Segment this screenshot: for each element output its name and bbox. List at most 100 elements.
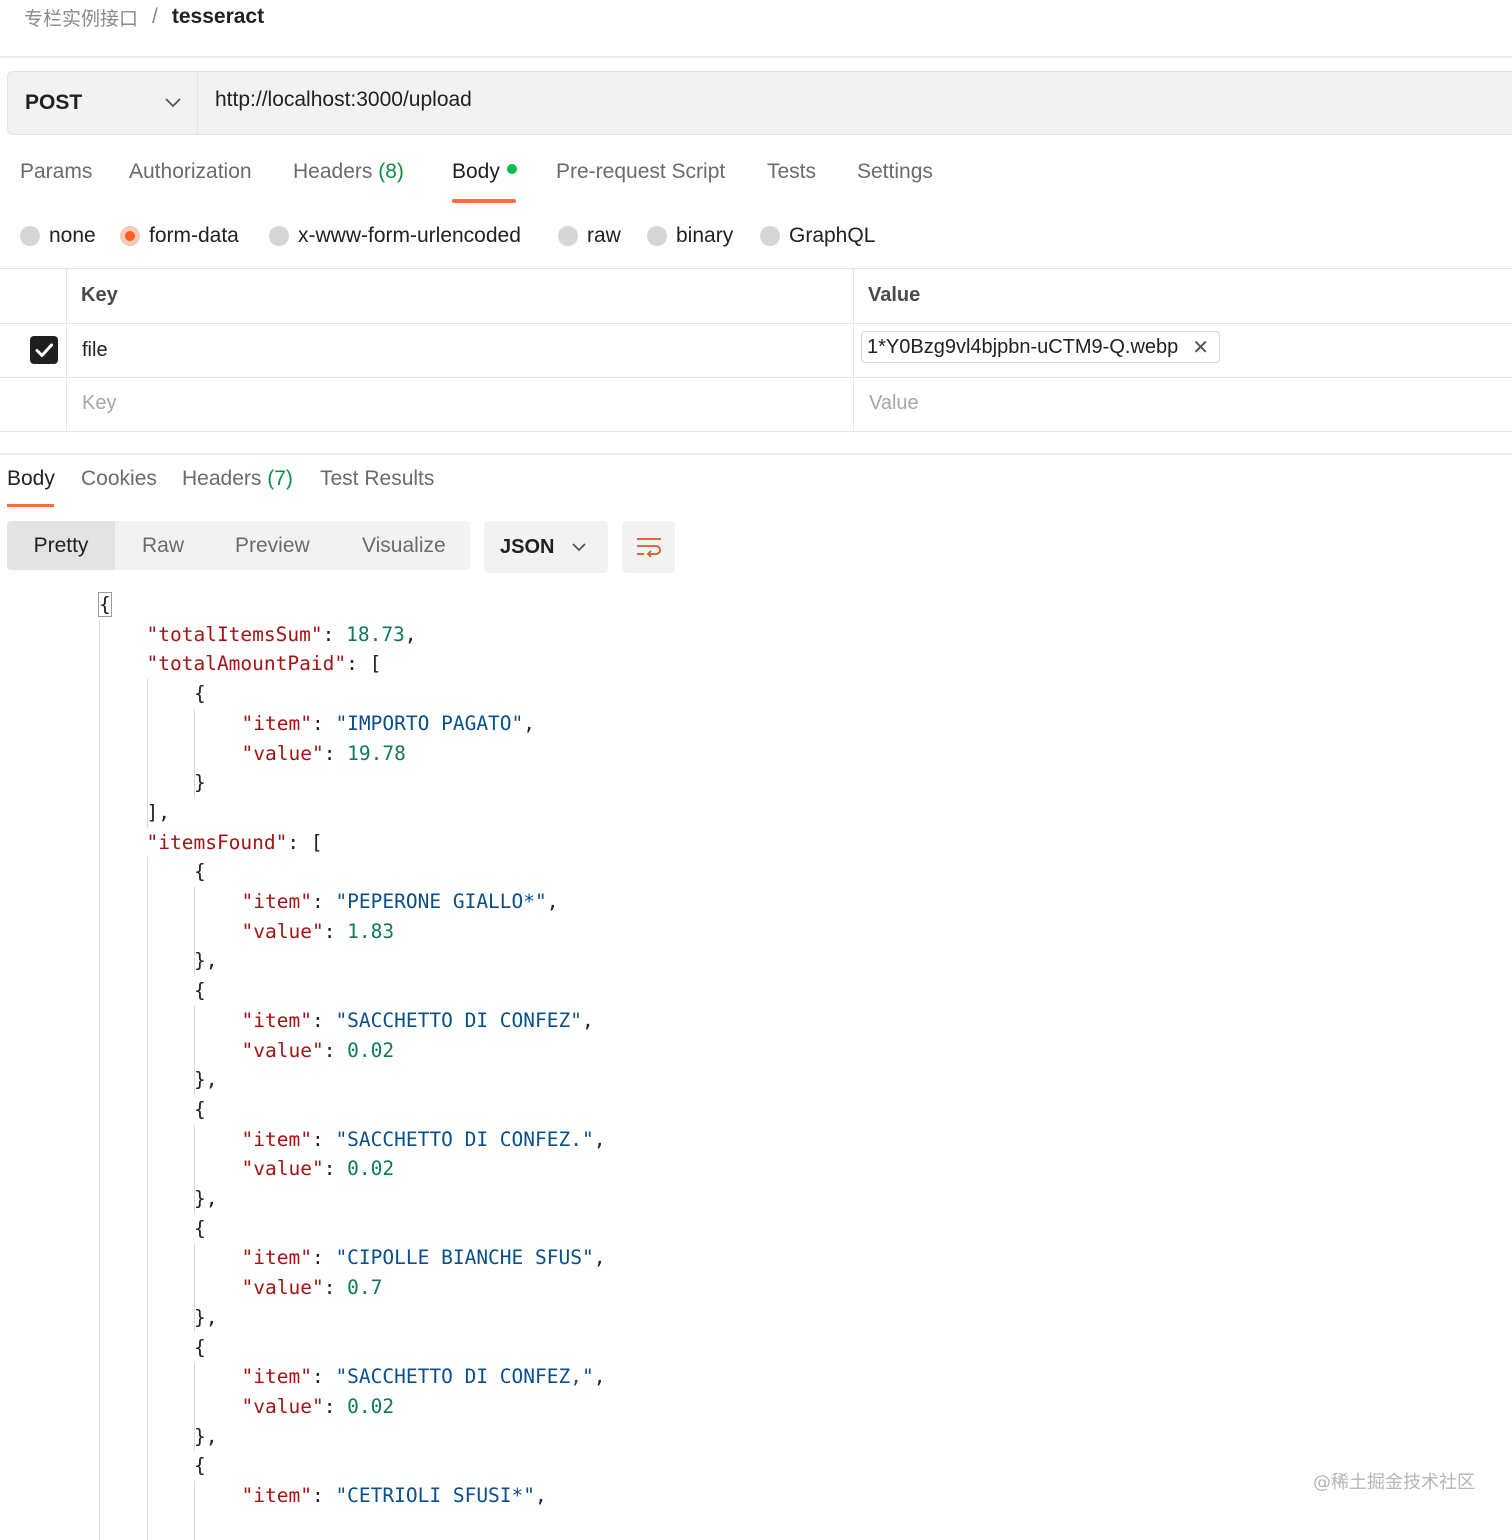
code-token: }, bbox=[194, 1187, 218, 1210]
code-line: 5"item": "IMPORTO PAGATO", bbox=[0, 709, 1400, 739]
indent-guide bbox=[194, 1481, 195, 1540]
tab-authorization[interactable]: Authorization bbox=[129, 160, 252, 192]
code-token: , bbox=[404, 622, 417, 646]
code-text: "item": "SACCHETTO DI CONFEZ.", bbox=[242, 1125, 606, 1155]
tab-headers-count: (8) bbox=[378, 160, 404, 183]
response-tab-test-results[interactable]: Test Results bbox=[320, 467, 434, 491]
code-token: "totalItemsSum" bbox=[146, 622, 323, 646]
radio-binary[interactable]: binary bbox=[647, 222, 733, 250]
code-token: : bbox=[323, 1038, 348, 1062]
key-column-header: Key bbox=[81, 284, 118, 306]
indent-guide bbox=[194, 1124, 195, 1214]
code-token: "CIPOLLE BIANCHE SFUS" bbox=[335, 1246, 594, 1270]
code-line: 19"item": "SACCHETTO DI CONFEZ.", bbox=[0, 1125, 1400, 1155]
indent-guide bbox=[194, 708, 195, 798]
code-token: : bbox=[311, 1008, 336, 1032]
url-input[interactable]: http://localhost:3000/upload bbox=[215, 88, 472, 112]
code-token: , bbox=[593, 1127, 606, 1151]
response-tab-body[interactable]: Body bbox=[7, 467, 55, 491]
radio-raw[interactable]: raw bbox=[558, 222, 621, 250]
code-token: "item" bbox=[241, 1365, 312, 1389]
code-text: { bbox=[194, 857, 206, 887]
indent-guide bbox=[146, 679, 148, 828]
code-text: "value": 0.7 bbox=[242, 1273, 383, 1303]
format-select[interactable]: JSON bbox=[484, 521, 608, 573]
breadcrumb-separator: / bbox=[152, 5, 158, 28]
table-border bbox=[0, 323, 1512, 324]
code-line: 29}, bbox=[0, 1422, 1400, 1452]
code-token: : bbox=[323, 919, 348, 943]
code-text: { bbox=[194, 1095, 206, 1125]
view-pretty-button[interactable]: Pretty bbox=[7, 521, 115, 570]
code-token: "value" bbox=[241, 1157, 324, 1181]
code-line: 11"item": "PEPERONE GIALLO*", bbox=[0, 887, 1400, 917]
response-divider bbox=[0, 453, 1512, 455]
radio-graphql[interactable]: GraphQL bbox=[760, 222, 875, 250]
code-line: 7} bbox=[0, 768, 1400, 798]
header-divider bbox=[0, 56, 1512, 58]
code-text: "value": 0.02 bbox=[242, 1036, 395, 1066]
active-tab-indicator bbox=[452, 199, 516, 203]
code-line: 22{ bbox=[0, 1214, 1400, 1244]
table-border bbox=[853, 268, 854, 432]
url-bar: POST http://localhost:3000/upload bbox=[7, 71, 1512, 135]
radio-none[interactable]: none bbox=[20, 222, 96, 250]
code-token: , bbox=[581, 1008, 594, 1032]
code-line: 31"item": "CETRIOLI SFUSI*", bbox=[0, 1481, 1400, 1511]
new-value-input[interactable]: Value bbox=[869, 392, 919, 415]
new-key-input[interactable]: Key bbox=[82, 392, 116, 415]
response-tab-headers[interactable]: Headers (7) bbox=[182, 467, 293, 491]
code-text: "itemsFound": [ bbox=[147, 828, 323, 858]
tab-headers[interactable]: Headers (8) bbox=[293, 160, 404, 192]
response-tab-cookies[interactable]: Cookies bbox=[81, 467, 157, 491]
view-mode-group: Pretty Raw Preview Visualize bbox=[7, 521, 470, 570]
code-text: "item": "CIPOLLE BIANCHE SFUS", bbox=[242, 1243, 606, 1273]
view-visualize-button[interactable]: Visualize bbox=[362, 521, 446, 570]
code-token: , bbox=[593, 1365, 606, 1389]
breadcrumb-collection[interactable]: 专栏实例接口 bbox=[24, 4, 138, 31]
code-line: 1{ bbox=[0, 590, 1400, 620]
tab-pre-request-script[interactable]: Pre-request Script bbox=[556, 160, 725, 192]
code-token: }, bbox=[194, 1424, 218, 1448]
request-name[interactable]: tesseract bbox=[172, 5, 264, 29]
row-enabled-checkbox[interactable] bbox=[30, 336, 58, 364]
view-raw-button[interactable]: Raw bbox=[142, 521, 184, 570]
code-line: 18{ bbox=[0, 1095, 1400, 1125]
table-border bbox=[0, 377, 1512, 378]
tab-body[interactable]: Body bbox=[452, 160, 517, 192]
code-token: "value" bbox=[241, 1038, 324, 1062]
code-token: 0.02 bbox=[347, 1157, 395, 1181]
radio-form-data-label: form-data bbox=[149, 224, 239, 247]
code-token: 0.7 bbox=[347, 1276, 383, 1300]
code-text: { bbox=[194, 1333, 206, 1363]
code-token: "SACCHETTO DI CONFEZ" bbox=[335, 1008, 582, 1032]
radio-urlencoded[interactable]: x-www-form-urlencoded bbox=[269, 222, 521, 250]
code-line: 24"value": 0.7 bbox=[0, 1273, 1400, 1303]
tab-params[interactable]: Params bbox=[20, 160, 92, 192]
tab-tests[interactable]: Tests bbox=[767, 160, 816, 192]
code-line: 6"value": 19.78 bbox=[0, 739, 1400, 769]
view-preview-button[interactable]: Preview bbox=[235, 521, 310, 570]
close-icon[interactable]: ✕ bbox=[1192, 335, 1209, 360]
tab-settings[interactable]: Settings bbox=[857, 160, 933, 192]
code-token: "value" bbox=[241, 1394, 324, 1418]
code-token: 0.02 bbox=[347, 1038, 395, 1062]
code-token: : bbox=[323, 1394, 348, 1418]
indent-guide bbox=[194, 1362, 195, 1452]
radio-urlencoded-label: x-www-form-urlencoded bbox=[298, 224, 521, 247]
radio-form-data[interactable]: form-data bbox=[120, 222, 239, 250]
code-line: 8], bbox=[0, 798, 1400, 828]
code-token: "item" bbox=[241, 1127, 312, 1151]
format-label: JSON bbox=[500, 535, 555, 558]
code-line: 28"value": 0.02 bbox=[0, 1392, 1400, 1422]
file-name: 1*Y0Bzg9vl4bjpbn-uCTM9-Q.webp bbox=[867, 335, 1179, 358]
key-field[interactable]: file bbox=[82, 339, 108, 362]
code-text: "value": 1.83 bbox=[242, 917, 395, 947]
code-token: "value" bbox=[241, 1276, 324, 1300]
method-select[interactable]: POST bbox=[8, 72, 198, 134]
response-active-tab-indicator bbox=[7, 504, 54, 507]
wrap-lines-button[interactable] bbox=[622, 521, 675, 573]
code-token: , bbox=[535, 1484, 547, 1507]
radio-none-label: none bbox=[49, 224, 96, 247]
response-tab-headers-label: Headers bbox=[182, 467, 262, 490]
